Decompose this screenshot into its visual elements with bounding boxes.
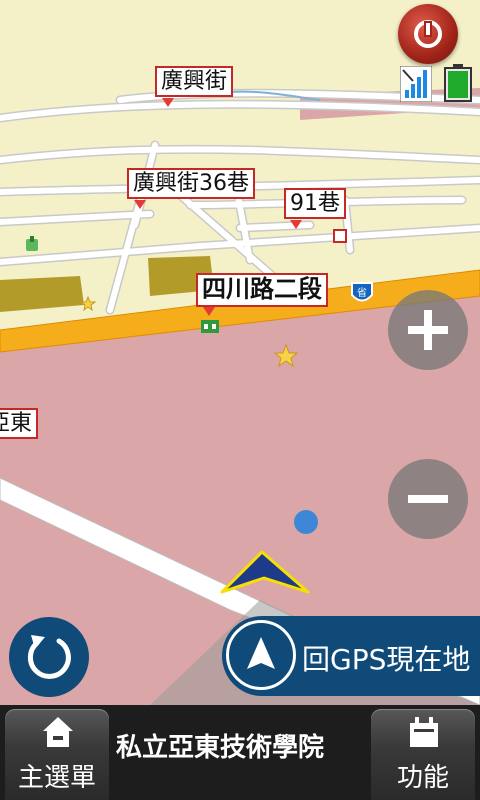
power-button[interactable]	[398, 4, 458, 64]
toolbox-icon	[410, 717, 438, 747]
main-menu-label: 主選單	[17, 763, 96, 793]
road-label-guangxing-lane36: 廣興街36巷	[127, 168, 255, 200]
minus-icon	[408, 495, 448, 503]
navigation-arrow-icon	[247, 637, 275, 669]
function-label: 功能	[396, 763, 449, 793]
function-button[interactable]: 功能	[371, 709, 475, 800]
road-pin-guangxing-st	[162, 98, 174, 107]
zoom-out-button[interactable]	[388, 459, 468, 539]
power-icon	[414, 20, 442, 48]
road-label-partial-east: 亞東	[0, 408, 39, 440]
main-menu-button[interactable]: 主選單	[5, 709, 109, 800]
battery-full-icon	[444, 64, 472, 102]
current-location-name: 私立亞東技術學院	[116, 733, 325, 763]
road-pin-sichuan-rd	[203, 307, 215, 316]
refresh-button[interactable]	[9, 617, 89, 697]
shop-poi-icon	[333, 229, 347, 243]
refresh-icon	[27, 635, 71, 679]
signal-bars-icon	[400, 66, 432, 102]
road-pin-guangxing-lane36	[134, 200, 146, 209]
road-label-sichuan-rd: 四川路二段	[196, 273, 328, 307]
zoom-in-button[interactable]	[388, 290, 468, 370]
gps-circle	[226, 620, 296, 690]
plus-icon	[408, 310, 448, 350]
gps-return-button[interactable]: 回GPS現在地	[222, 616, 480, 696]
navigation-screen: 省 廣興街 廣興街36巷 91巷 四川路二段 亞東	[0, 0, 480, 800]
highway-shield-text: 省	[357, 286, 367, 299]
road-pin-lane91	[290, 220, 302, 229]
highway-shield-icon: 省	[351, 282, 373, 302]
position-dot	[294, 510, 318, 534]
road-label-lane91: 91巷	[284, 188, 346, 220]
gps-return-label: 回GPS現在地	[302, 643, 471, 676]
road-label-guangxing-st: 廣興街	[155, 66, 234, 98]
school-poi-icon	[201, 320, 219, 333]
home-icon	[43, 717, 73, 747]
